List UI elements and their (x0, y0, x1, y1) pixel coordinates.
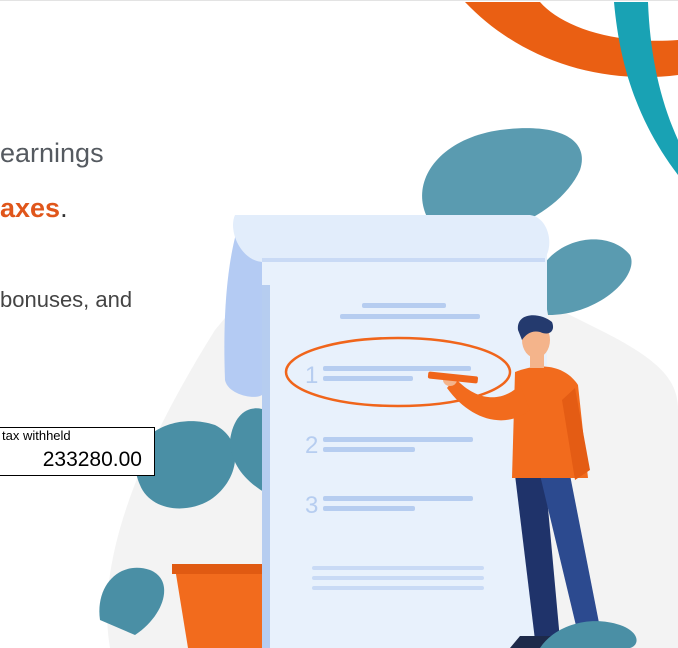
hero-heading-line-2: axes. (0, 193, 68, 224)
plant-pot (175, 568, 272, 648)
paper-title-line (362, 303, 446, 308)
list-number-3: 3 (305, 492, 318, 519)
paper-edge (262, 285, 270, 648)
list-number-2: 2 (305, 432, 318, 459)
hero-heading-period: . (60, 193, 68, 223)
pot-rim (172, 564, 276, 574)
monstera-leaf-right (540, 239, 632, 315)
list-number-1: 1 (305, 362, 318, 389)
teal-ribbon (614, 2, 678, 175)
paper-subtitle-line (340, 314, 480, 319)
paper-roll-shadow (262, 258, 545, 262)
hero-illustration: 1 2 3 (99, 2, 678, 648)
hero-subtext: bonuses, and (0, 287, 133, 312)
tax-withheld-field[interactable]: tax withheld 233280.00 (0, 427, 155, 476)
hero-heading-line-1: earnings (0, 138, 104, 168)
hero-heading-accent: axes (0, 193, 61, 223)
paper-roll (233, 215, 550, 262)
tax-withheld-value: 233280.00 (42, 448, 142, 471)
tax-withheld-label: tax withheld (2, 428, 71, 443)
